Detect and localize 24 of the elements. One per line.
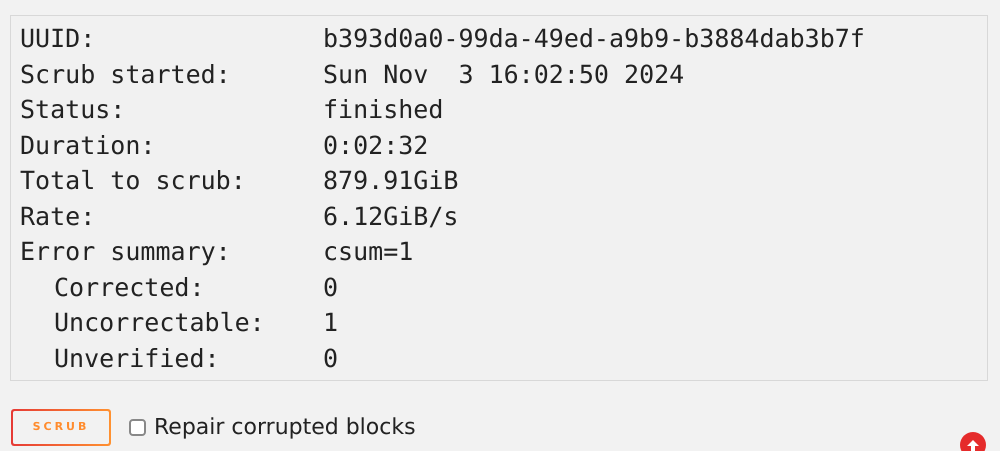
field-value: 0:02:32 bbox=[323, 130, 428, 162]
field-label: Duration: bbox=[20, 130, 156, 162]
field-label: Total to scrub: bbox=[20, 165, 246, 197]
field-value: 0 bbox=[323, 272, 338, 304]
field-label: Error summary: bbox=[20, 236, 231, 268]
field-value: 6.12GiB/s bbox=[323, 200, 458, 232]
field-value: finished bbox=[323, 94, 444, 126]
field-value: 879.91GiB bbox=[323, 165, 458, 197]
field-label: UUID: bbox=[20, 23, 96, 55]
field-label: Uncorrectable: bbox=[54, 307, 265, 339]
field-value: b393d0a0-99da-49ed-a9b9-b3884dab3b7f bbox=[323, 23, 865, 55]
field-label: Corrected: bbox=[54, 272, 205, 304]
field-value: csum=1 bbox=[323, 236, 414, 268]
field-value: Sun Nov 3 16:02:50 2024 bbox=[323, 58, 684, 90]
checkbox-label: Repair corrupted blocks bbox=[154, 414, 416, 442]
field-value: 1 bbox=[323, 307, 338, 339]
field-value: 0 bbox=[323, 342, 338, 374]
scrub-button[interactable]: SCRUB bbox=[11, 409, 111, 446]
scroll-up-icon[interactable] bbox=[960, 432, 986, 451]
field-label: Rate: bbox=[20, 200, 96, 232]
field-label: Unverified: bbox=[54, 342, 220, 374]
field-label: Scrub started: bbox=[20, 58, 231, 90]
repair-checkbox[interactable] bbox=[129, 419, 146, 436]
field-label: Status: bbox=[20, 94, 126, 126]
